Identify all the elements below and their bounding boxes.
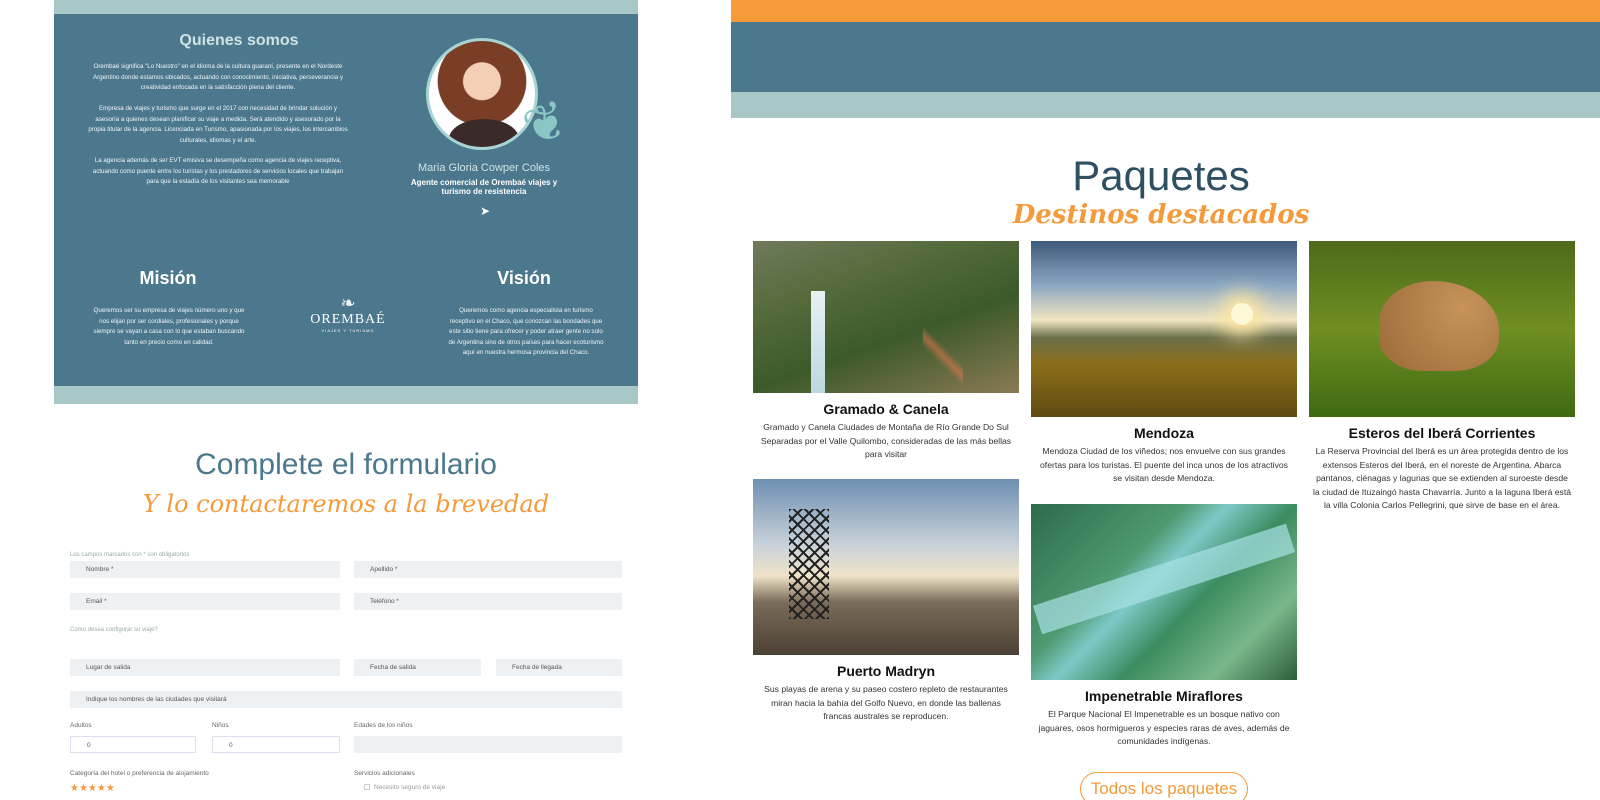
package-description: La Reserva Provincial del Iberá es un ár…	[1313, 446, 1571, 510]
adultos-label: Adultos	[70, 722, 92, 729]
required-fields-note: Los campos marcados con * son obligatori…	[70, 552, 190, 558]
agent-role: Agente comercial de Orembaé viajes y tur…	[410, 178, 558, 196]
mision-text: Queremos ser su empresa de viajes número…	[93, 307, 245, 346]
seguro-label: Necesito seguro de viaje	[374, 784, 446, 791]
fecha-salida-field[interactable]: Fecha de salida	[354, 659, 481, 676]
package-image[interactable]	[1309, 241, 1575, 417]
header-blue-bar	[731, 22, 1600, 92]
packages-subtitle: Destinos destacados	[1012, 200, 1310, 230]
ciudades-field[interactable]: Indique los nombres de las ciudades que …	[70, 691, 622, 708]
agent-name: Maria Gloria Cowper Coles	[417, 162, 551, 174]
about-paragraph: La agencia además de ser EVT emisiva se …	[92, 157, 344, 185]
agent-portrait	[426, 38, 538, 150]
leaf-decoration-icon: ❦	[515, 89, 577, 159]
logo-subtext: VIAJES Y TURISMO	[321, 328, 375, 333]
package-image[interactable]	[1031, 504, 1297, 680]
edades-label: Edades de los niños	[354, 722, 413, 729]
package-name[interactable]: Mendoza	[1031, 425, 1297, 441]
logo-text: OREMBAÉ	[310, 312, 386, 327]
left-panel: Quienes somos Orembaé significa "Lo Nues…	[54, 0, 638, 800]
hotel-label: Categoría del hotel o preferencia de alo…	[70, 770, 209, 777]
header-orange-bar	[731, 0, 1600, 22]
about-title: Quienes somos	[179, 32, 299, 49]
nombre-field[interactable]: Nombre *	[70, 561, 340, 578]
bottom-accent-bar	[54, 386, 638, 404]
package-card[interactable]: Mendoza Mendoza Ciudad de los viñedos; n…	[1031, 241, 1297, 486]
about-paragraph: Empresa de viajes y turismo que surge en…	[88, 105, 348, 144]
orembae-logo: ❧ OREMBAÉ VIAJES Y TURISMO	[310, 294, 386, 350]
vision-text: Queremos como agencia especialista en tu…	[448, 307, 604, 356]
package-name[interactable]: Puerto Madryn	[753, 663, 1019, 679]
logo-leaf-icon: ❧	[340, 293, 356, 313]
package-name[interactable]: Esteros del Iberá Corrientes	[1309, 425, 1575, 441]
package-card[interactable]: Esteros del Iberá Corrientes La Reserva …	[1309, 241, 1575, 513]
right-panel: Paquetes Destinos destacados Gramado & C…	[731, 0, 1600, 800]
form-title: Complete el formulario	[195, 448, 497, 481]
fecha-llegada-field[interactable]: Fecha de llegada	[496, 659, 622, 676]
package-card[interactable]: Impenetrable Miraflores El Parque Nacion…	[1031, 504, 1297, 749]
package-image[interactable]	[753, 479, 1019, 655]
form-subtitle: Y lo contactaremos a la brevedad	[142, 490, 550, 518]
lugar-salida-field[interactable]: Lugar de salida	[70, 659, 340, 676]
adultos-input[interactable]: 0	[70, 736, 196, 753]
servicios-label: Servicios adicionales	[354, 770, 415, 777]
all-packages-button[interactable]: Todos los paquetes	[1080, 772, 1248, 800]
packages-title: Paquetes	[1072, 152, 1250, 199]
mision-title: Misión	[139, 268, 197, 288]
vision-title: Visión	[497, 268, 551, 288]
package-image[interactable]	[753, 241, 1019, 393]
package-name[interactable]: Impenetrable Miraflores	[1031, 688, 1297, 704]
seguro-checkbox[interactable]	[364, 784, 370, 791]
config-note: Como desea configurar su viaje?	[70, 627, 158, 633]
email-field[interactable]: Email *	[70, 593, 340, 610]
seguro-checkbox-row[interactable]: Necesito seguro de viaje	[364, 784, 445, 791]
ninos-input[interactable]: 0	[212, 736, 340, 753]
package-description: Gramado y Canela Ciudades de Montaña de …	[760, 422, 1012, 459]
package-description: El Parque Nacional El Impenetrable es un…	[1038, 709, 1290, 746]
hotel-rating-stars[interactable]: ★★★★★	[70, 783, 115, 794]
package-description: Mendoza Ciudad de los viñedos; nos envue…	[1040, 446, 1288, 483]
package-card[interactable]: Puerto Madryn Sus playas de arena y su p…	[753, 479, 1019, 724]
header-teal-bar	[731, 92, 1600, 118]
package-image[interactable]	[1031, 241, 1297, 417]
top-accent-bar	[54, 0, 638, 14]
about-paragraph: Orembaé significa "Lo Nuestro" en el idi…	[92, 63, 344, 91]
about-section: Quienes somos Orembaé significa "Lo Nues…	[54, 14, 638, 386]
package-description: Sus playas de arena y su paseo costero r…	[764, 684, 1008, 721]
ninos-label: Niños	[212, 722, 229, 729]
edades-field[interactable]	[354, 736, 622, 753]
package-name[interactable]: Gramado & Canela	[753, 401, 1019, 417]
apellido-field[interactable]: Apellido *	[354, 561, 622, 578]
telefono-field[interactable]: Teléfono *	[354, 593, 622, 610]
package-card[interactable]: Gramado & Canela Gramado y Canela Ciudad…	[753, 241, 1019, 462]
telegram-icon[interactable]: ➤	[480, 204, 490, 218]
